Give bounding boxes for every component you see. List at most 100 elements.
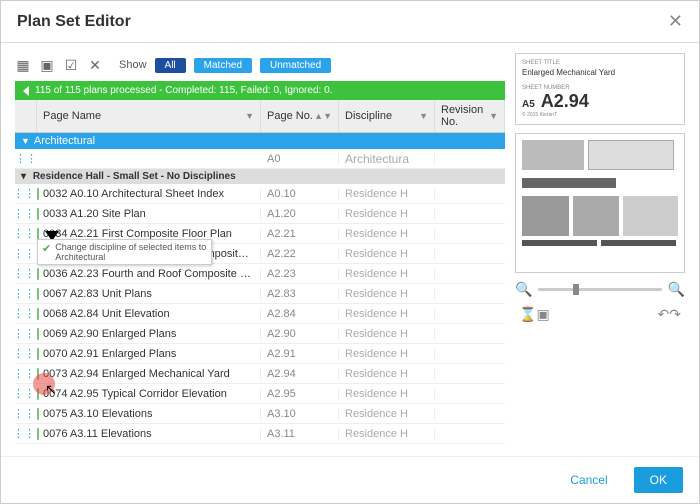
table-row[interactable]: ⋮⋮0069 A2.90 Enlarged PlansA2.90Residenc… <box>15 324 505 344</box>
sheet-title: Enlarged Mechanical Yard <box>522 68 678 77</box>
filter-unmatched[interactable]: Unmatched <box>260 58 331 73</box>
table-row[interactable]: ⋮⋮0075 A3.10 ElevationsA3.10Residence H <box>15 404 505 424</box>
cell-page-no: A0.10 <box>261 188 339 200</box>
cell-page-no: A2.90 <box>261 328 339 340</box>
discipline-input[interactable]: Architectura <box>339 152 435 166</box>
sheet-size: A5 <box>522 99 535 110</box>
titlebar: Plan Set Editor ✕ <box>1 1 699 43</box>
cell-page-name: 0073 A2.94 Enlarged Mechanical Yard <box>37 368 261 380</box>
table-row[interactable]: ⋮⋮0074 A2.95 Typical Corridor ElevationA… <box>15 384 505 404</box>
cell-page-name: 0075 A3.10 Elevations <box>37 408 261 420</box>
drag-handle-icon[interactable]: ⋮⋮ <box>15 347 35 360</box>
close-icon[interactable]: ✕ <box>668 11 683 32</box>
filter-matched[interactable]: Matched <box>194 58 252 73</box>
redo-icon[interactable]: ↷ <box>669 306 681 323</box>
page-no-input[interactable]: A0 <box>261 153 339 165</box>
cancel-button[interactable]: Cancel <box>554 467 623 493</box>
group-residence-hall[interactable]: ▾ Residence Hall - Small Set - No Discip… <box>15 169 505 184</box>
cell-page-name: 0074 A2.95 Typical Corridor Elevation <box>37 388 261 400</box>
table-row[interactable]: ⋮⋮0032 A0.10 Architectural Sheet IndexA0… <box>15 184 505 204</box>
table-row[interactable]: ⋮⋮0067 A2.83 Unit PlansA2.83Residence H <box>15 284 505 304</box>
zoom-in-icon[interactable]: 🔍 <box>668 281 685 298</box>
cell-discipline: Residence H <box>339 268 435 280</box>
drag-handle-icon[interactable]: ⋮⋮ <box>15 287 35 300</box>
cell-page-no: A3.11 <box>261 428 339 440</box>
drag-handle-icon[interactable]: ⋮⋮ <box>15 327 35 340</box>
table-row[interactable]: ⋮⋮0068 A2.84 Unit ElevationA2.84Residenc… <box>15 304 505 324</box>
cell-page-no: A2.83 <box>261 288 339 300</box>
left-panel: ▦ ▣ ☑ ✕ Show All Matched Unmatched 115 o… <box>15 53 505 446</box>
right-panel: SHEET TITLE Enlarged Mechanical Yard SHE… <box>515 53 685 446</box>
cell-page-no: A1.20 <box>261 208 339 220</box>
sheet-preview: SHEET TITLE Enlarged Mechanical Yard SHE… <box>515 53 685 125</box>
column-page-name[interactable]: Page Name▼ <box>37 100 261 132</box>
table-row[interactable]: ⋮⋮0033 A1.20 Site PlanA1.20Residence H <box>15 204 505 224</box>
drag-handle-icon[interactable]: ⋮⋮ <box>15 307 35 320</box>
cell-discipline: Residence H <box>339 208 435 220</box>
table-row[interactable]: ⋮⋮0036 A2.23 Fourth and Roof Composite F… <box>15 264 505 284</box>
drag-handle-icon[interactable]: ⋮⋮ <box>15 407 35 420</box>
zoom-control: 🔍 🔍 <box>515 281 685 298</box>
zoom-out-icon[interactable]: 🔍 <box>515 281 532 298</box>
cell-page-name: 0034 A2.21 First Composite Floor Plan <box>37 228 261 240</box>
cell-discipline: Residence H <box>339 188 435 200</box>
filter-all[interactable]: All <box>155 58 186 73</box>
cell-discipline: Residence H <box>339 428 435 440</box>
grid-body: ▼ Architectural ⋮⋮ A0 Architectura ▾ Res… <box>15 133 505 446</box>
cell-discipline: Residence H <box>339 248 435 260</box>
drag-handle-icon[interactable]: ⋮⋮ <box>15 152 37 165</box>
sheet-title-label: SHEET TITLE <box>522 60 678 66</box>
dialog-title: Plan Set Editor <box>17 13 131 31</box>
drag-handle-icon[interactable]: ⋮⋮ <box>15 227 35 240</box>
drag-handle-icon[interactable]: ⋮⋮ <box>15 267 35 280</box>
column-handle <box>15 100 37 132</box>
cell-page-no: A3.10 <box>261 408 339 420</box>
cell-page-name: 0069 A2.90 Enlarged Plans <box>37 328 261 340</box>
delete-icon[interactable]: ✕ <box>87 57 103 73</box>
group-architectural[interactable]: ▼ Architectural <box>15 133 505 149</box>
cell-page-no: A2.84 <box>261 308 339 320</box>
drag-handle-icon[interactable]: ⋮⋮ <box>15 367 35 380</box>
drag-handle-icon[interactable]: ⋮⋮ <box>15 207 35 220</box>
stop-icon[interactable]: ▣ <box>536 306 549 323</box>
cell-page-name: 0032 A0.10 Architectural Sheet Index <box>37 188 261 200</box>
filter-icon: ▼ <box>419 111 428 121</box>
drag-handle-icon[interactable]: ⋮⋮ <box>15 387 35 400</box>
cell-discipline: Residence H <box>339 228 435 240</box>
column-revision[interactable]: Revision No.▼ <box>435 100 505 132</box>
history-controls: ⌛ ▣ ↶ ↷ <box>515 306 685 323</box>
table-row[interactable]: ⋮⋮0073 A2.94 Enlarged Mechanical YardA2.… <box>15 364 505 384</box>
filter-icon: ▼ <box>489 111 498 121</box>
chevron-down-icon: ▾ <box>21 171 26 182</box>
drag-handle-icon[interactable]: ⋮⋮ <box>15 427 35 440</box>
hourglass-icon[interactable]: ⌛ <box>519 306 536 323</box>
cell-page-no: A2.91 <box>261 348 339 360</box>
cell-page-name: 0076 A3.11 Elevations <box>37 428 261 440</box>
plan-thumbnail[interactable] <box>515 133 685 273</box>
cell-discipline: Residence H <box>339 328 435 340</box>
collapse-caret-icon <box>23 86 29 96</box>
column-page-no[interactable]: Page No.▲▼ <box>261 100 339 132</box>
cell-page-name: 0068 A2.84 Unit Elevation <box>37 308 261 320</box>
image-icon[interactable]: ▣ <box>39 57 55 73</box>
cell-page-name: 0033 A1.20 Site Plan <box>37 208 261 220</box>
cell-page-no: A2.22 <box>261 248 339 260</box>
drag-handle-icon[interactable]: ⋮⋮ <box>15 247 35 260</box>
table-row[interactable]: ⋮⋮0076 A3.11 ElevationsA3.11Residence H <box>15 424 505 444</box>
grid-icon[interactable]: ▦ <box>15 57 31 73</box>
cell-page-name: 0036 A2.23 Fourth and Roof Composite Flo… <box>37 268 261 280</box>
grid-header: Page Name▼ Page No.▲▼ Discipline▼ Revisi… <box>15 100 505 133</box>
ok-button[interactable]: OK <box>634 467 683 493</box>
status-bar[interactable]: 115 of 115 plans processed - Completed: … <box>15 81 505 100</box>
sheet-number: A2.94 <box>541 91 589 112</box>
check-icon[interactable]: ☑ <box>63 57 79 73</box>
column-discipline[interactable]: Discipline▼ <box>339 100 435 132</box>
filter-icon: ▲▼ <box>314 111 332 121</box>
table-row[interactable]: ⋮⋮0070 A2.91 Enlarged PlansA2.91Residenc… <box>15 344 505 364</box>
cell-discipline: Residence H <box>339 388 435 400</box>
input-row[interactable]: ⋮⋮ A0 Architectura <box>15 149 505 169</box>
zoom-slider[interactable] <box>538 288 661 291</box>
undo-icon[interactable]: ↶ <box>658 306 670 323</box>
copyright: © 2015 KieranT <box>522 112 678 118</box>
drag-handle-icon[interactable]: ⋮⋮ <box>15 187 35 200</box>
